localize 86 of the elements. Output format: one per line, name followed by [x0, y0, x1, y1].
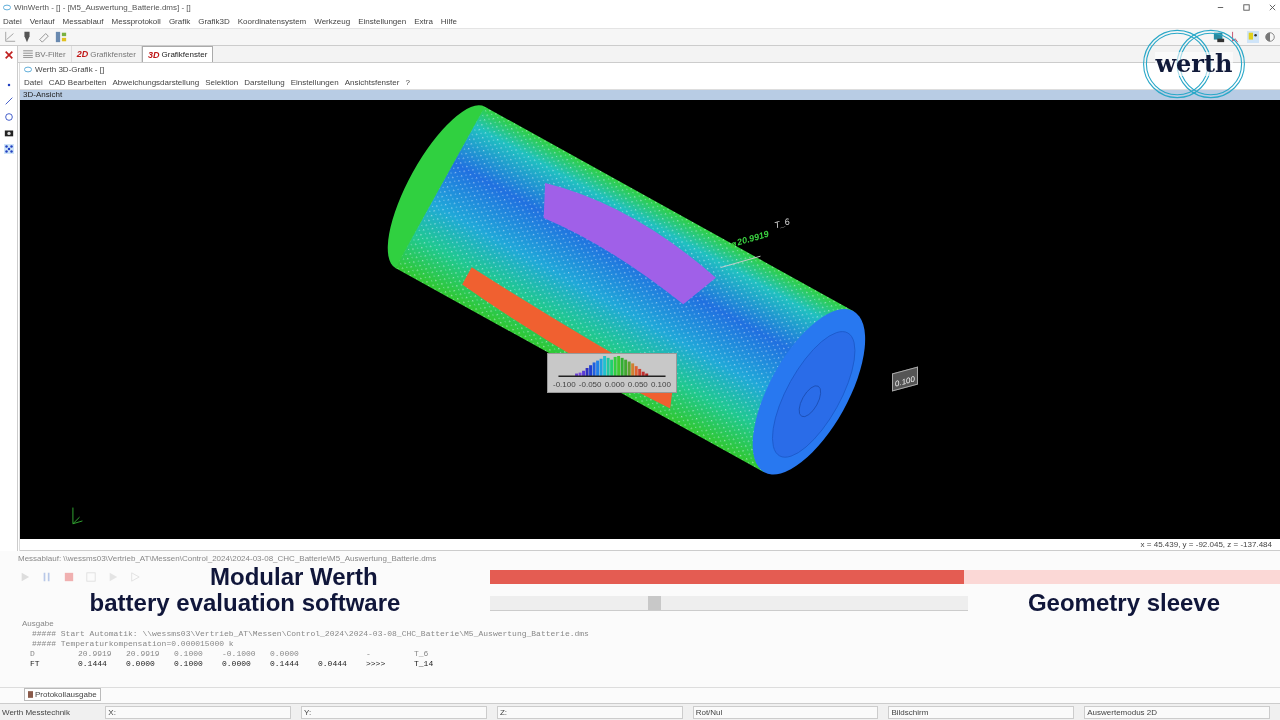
menu-item[interactable]: Abweichungsdarstellung — [112, 78, 200, 87]
log-value: D — [30, 649, 36, 658]
log-value: 0.0000 — [270, 649, 300, 658]
status-field: X: — [105, 705, 292, 719]
slider-thumb[interactable] — [648, 595, 662, 610]
leader-line — [720, 255, 761, 269]
chart-axes-icon[interactable] — [4, 31, 16, 43]
scale-label: 0.050 — [627, 380, 648, 389]
menu-item[interactable]: Darstellung — [244, 78, 285, 87]
probe-icon[interactable] — [21, 31, 33, 43]
deviation-tag: 0.100 — [892, 366, 919, 392]
menu-item[interactable]: Messablauf — [62, 16, 104, 26]
log-value: >>>> — [366, 659, 387, 668]
menu-item[interactable]: Messprotokoll — [111, 16, 161, 26]
line-icon[interactable] — [3, 96, 14, 106]
toggle-icon[interactable] — [1247, 31, 1259, 43]
view-tab[interactable]: BV-Filter — [18, 46, 72, 62]
graphics-window-title: Werth 3D-Grafik - [] — [35, 65, 105, 74]
log-value: 0.1444 — [78, 659, 108, 668]
feature-label: T_6 — [773, 216, 791, 231]
menu-item[interactable]: Verlauf — [29, 16, 55, 26]
log-value: FT — [30, 659, 41, 668]
cross-icon[interactable] — [3, 50, 14, 60]
menu-item[interactable]: Hilfe — [440, 16, 457, 26]
view-title: 3D-Ansicht — [23, 90, 63, 99]
company-label: Werth Messtechnik — [1, 707, 71, 717]
scale-label: -0.100 — [553, 380, 576, 389]
scale-label: 0.100 — [650, 380, 671, 389]
status-field: Auswertemodus 2D — [1084, 705, 1270, 719]
status-field: Y: — [301, 705, 487, 719]
network-icon[interactable] — [55, 31, 67, 43]
log-line: ##### Temperaturkompensation=0.000015000 k — [31, 639, 235, 648]
menu-item[interactable]: Koordinatensystem — [237, 16, 307, 26]
point-cloud-icon[interactable] — [3, 144, 14, 154]
output-title: Ausgabe — [22, 619, 55, 628]
log-value: 0.0444 — [318, 659, 348, 668]
log-value: 0.1444 — [270, 659, 300, 668]
log-value: - — [366, 649, 372, 658]
status-field: Bildschirm — [888, 705, 1075, 719]
menu-item[interactable]: Datei — [3, 16, 22, 26]
log-value: T_14 — [414, 659, 435, 668]
slider-track[interactable] — [490, 595, 968, 611]
app-logo-icon — [3, 3, 11, 11]
log-value: T_6 — [414, 649, 430, 658]
book-icon — [28, 691, 33, 698]
axis-triad-icon — [72, 507, 83, 525]
menu-item[interactable]: Einstellungen — [290, 78, 339, 87]
section-caption: Geometry sleeve — [1026, 589, 1222, 617]
window-title: WinWerth - [] - [M5_Auswertung_Batterie.dms] - [] — [14, 2, 191, 12]
log-value: 0.0000 — [126, 659, 156, 668]
view-tab[interactable]: 3D Grafikfenster — [142, 46, 214, 62]
close-icon[interactable] — [1268, 2, 1277, 12]
log-value: 20.9919 — [78, 649, 113, 658]
menu-item[interactable]: Grafik — [168, 16, 191, 26]
half-circle-icon[interactable] — [1264, 31, 1276, 43]
menu-item[interactable]: Ansichtsfenster — [344, 78, 400, 87]
camera-icon[interactable] — [3, 128, 14, 138]
menu-item[interactable]: Werkzeug — [314, 16, 351, 26]
log-line: ##### Start Automatik: \\wessms03\Vertrieb_AT\Messen\Control_2024\2024-03-08_CHC_Batterie\M5_Auswertung_Batterie.dms — [31, 629, 590, 638]
program-path: Messablauf: \\wessms03\Vertrieb_AT\Messen\Control_2024\2024-03-08_CHC_Batterie\M5_Auswertung_Batterie.dms — [18, 553, 437, 563]
app-logo-icon — [24, 66, 32, 73]
circle-icon[interactable] — [3, 112, 14, 122]
menu-item[interactable]: ? — [405, 78, 410, 87]
log-value: 0.1000 — [174, 659, 204, 668]
menu-item[interactable]: Extra — [414, 16, 433, 26]
cursor-coordinates: x = 45.439, y = -92.045, z = -137.484 — [1140, 540, 1272, 549]
scale-label: -0.050 — [578, 380, 602, 389]
output-tab[interactable]: Protokollausgabe — [24, 688, 101, 701]
caption-subtitle: battery evaluation software — [88, 589, 402, 617]
menu-item[interactable]: Grafik3D — [198, 16, 230, 26]
menu-item[interactable]: CAD Bearbeiten — [48, 78, 107, 87]
maximize-icon[interactable] — [1242, 2, 1251, 12]
status-field: Rot/Nul — [692, 705, 879, 719]
list-icon — [23, 50, 33, 58]
scale-label: 0.000 — [604, 380, 625, 389]
log-value: 0.0000 — [222, 659, 252, 668]
view-tab[interactable]: 2D Grafikfenster — [71, 46, 142, 62]
menu-item[interactable]: Einstellungen — [358, 16, 407, 26]
caption-title: Modular Werth — [210, 563, 379, 591]
menu-item[interactable]: Datei — [24, 78, 43, 87]
monitor-icon[interactable] — [1213, 31, 1225, 43]
log-value: 20.9919 — [126, 649, 161, 658]
menu-item[interactable]: Selektion — [205, 78, 239, 87]
log-value: 0.1000 — [174, 649, 204, 658]
status-field: Z: — [496, 705, 683, 719]
log-value: -0.1000 — [222, 649, 257, 658]
